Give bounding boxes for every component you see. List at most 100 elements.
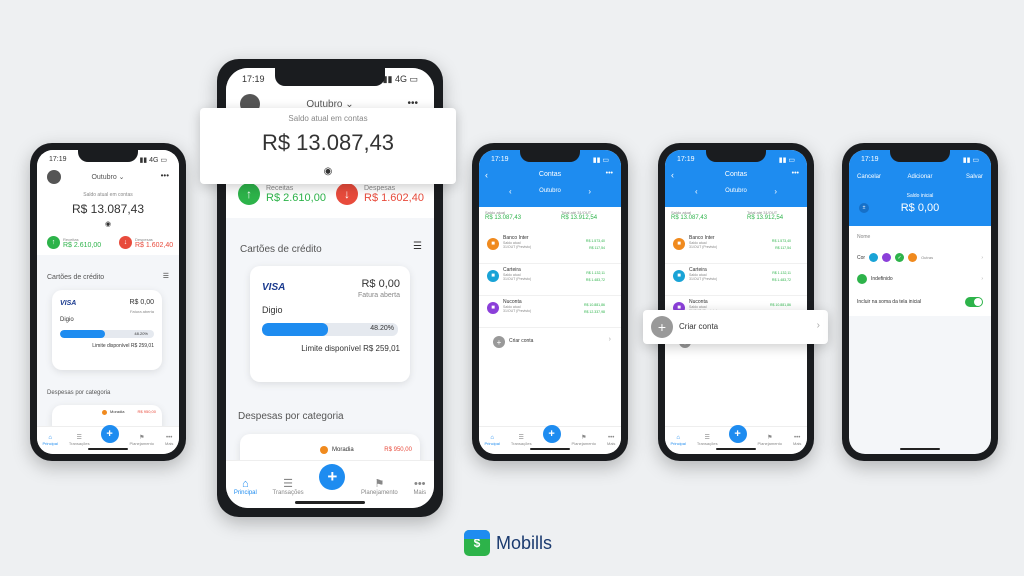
card-limit: Limite disponível R$ 259,01 — [301, 344, 400, 353]
category-name: Moradia — [332, 447, 354, 453]
chevron-right-icon: › — [816, 320, 820, 331]
card-name: Digio — [60, 317, 74, 323]
month-label: Outubro — [539, 188, 561, 194]
card-amount: R$ 0,00 — [361, 278, 400, 290]
color-swatch[interactable] — [882, 253, 892, 262]
saldo-block: Saldo atual R$ 13.087,43 — [485, 210, 521, 221]
type-label: Indefinido — [871, 276, 893, 282]
init-balance-value[interactable]: R$ 0,00 — [849, 202, 991, 214]
tab-planejamento[interactable]: ⚑ Planejamento — [361, 477, 398, 496]
eye-icon[interactable]: ◉ — [200, 166, 456, 177]
flag-icon: ⚑ — [139, 435, 145, 441]
tab-principal[interactable]: ⌂ Principal — [484, 435, 499, 446]
type-row[interactable]: Indefinido › — [857, 274, 983, 284]
tab-planejamento[interactable]: ⚑ Planejamento — [758, 434, 782, 446]
month-label: Outubro — [725, 188, 747, 194]
saldo-block: Saldo atual R$ 13.087,43 — [671, 210, 707, 221]
category-name: Moradia — [110, 409, 125, 414]
signal-icon: ▮▮ ▭ — [962, 157, 979, 164]
calculator-icon[interactable]: ± — [859, 203, 869, 213]
list-icon: ☰ — [518, 435, 524, 441]
chevron-right-icon: › — [981, 276, 983, 282]
add-button[interactable]: + — [100, 425, 119, 443]
balance-label: Saldo atual em contas — [83, 192, 133, 198]
tab-transacoes[interactable]: ☰ Transações — [69, 434, 90, 446]
create-account-row[interactable]: + Criar conta › — [479, 328, 621, 356]
init-balance-label: Saldo inicial — [906, 193, 934, 199]
more-icon: ••• — [413, 478, 426, 490]
tab-label: Transações — [272, 490, 304, 496]
tab-principal[interactable]: ⌂ Principal — [670, 435, 685, 446]
include-toggle[interactable] — [965, 297, 983, 307]
list-icon: ☰ — [704, 435, 710, 441]
phone-accounts: 17:19 ▮▮ ▭ ‹ Contas ••• ‹ Outubro › Saldo… — [472, 143, 628, 461]
list-icon: ☰ — [76, 435, 82, 441]
color-row[interactable]: Cor ✓ Outras › — [857, 253, 983, 262]
page-title: Contas — [538, 171, 562, 178]
next-month-icon[interactable]: › — [774, 187, 777, 196]
tab-mais[interactable]: ••• Mais — [793, 435, 801, 446]
credit-card[interactable]: VISA R$ 0,00 Fatura aberta Digio 48.20% … — [52, 290, 162, 370]
income-label: Receitas — [266, 184, 294, 192]
tab-label: Planejamento — [129, 441, 154, 446]
card-name: Digio — [262, 305, 283, 315]
account-label: 31/OUT (Previsto) — [503, 277, 532, 281]
cards-title: Cartões de crédito — [47, 274, 105, 281]
more-colors[interactable]: Outras — [921, 255, 933, 260]
tab-planejamento[interactable]: ⚑ Planejamento — [572, 434, 596, 446]
more-icon[interactable]: ••• — [792, 170, 799, 177]
account-value: R$ 10.881,86 — [769, 303, 791, 307]
cards-view-icon[interactable]: ☰ — [413, 241, 422, 252]
status-time: 17:19 — [242, 74, 265, 84]
tab-label: Planejamento — [757, 441, 782, 446]
tab-transacoes[interactable]: ☰ Transações — [511, 434, 532, 446]
expense-arrow-icon: ↓ — [336, 183, 358, 205]
balance-value: R$ 13.087,43 — [71, 202, 145, 216]
plus-icon: + — [493, 336, 505, 348]
signal-icon: ▮▮ ▭ — [592, 157, 609, 164]
color-swatch[interactable] — [908, 253, 918, 262]
color-swatch-selected[interactable]: ✓ — [895, 253, 905, 262]
eye-icon[interactable]: ◉ — [37, 220, 179, 228]
account-row[interactable]: ■ Carteira Saldo atual 31/OUT (Previsto)… — [665, 264, 807, 296]
account-value: R$ 1.132,11 — [772, 271, 791, 275]
add-button[interactable]: + — [728, 425, 747, 443]
account-value: R$ 1.573,40 — [585, 239, 605, 243]
account-value: R$ 117,54 — [775, 246, 791, 250]
tab-label: Mais — [413, 490, 427, 496]
color-swatch[interactable] — [869, 253, 879, 262]
more-icon[interactable]: ••• — [161, 171, 169, 180]
status-time: 17:19 — [491, 156, 509, 163]
save-button[interactable]: Salvar — [966, 174, 983, 180]
credit-card[interactable]: VISA R$ 0,00 Fatura aberta Digio 48.20% … — [250, 266, 410, 382]
total-block: Total até 31/OUT R$ 13.912,54 — [561, 210, 597, 221]
account-row[interactable]: ■ Nuconta Saldo atual 31/OUT (Previsto) … — [479, 296, 621, 328]
brand-logo: $ Mobills — [464, 530, 552, 556]
add-button[interactable]: + — [319, 464, 346, 490]
tab-mais[interactable]: ••• Mais — [607, 435, 615, 446]
tab-mais[interactable]: ••• Mais — [165, 435, 173, 446]
account-row[interactable]: ■ Banco Inter Saldo atual 31/OUT (Previs… — [665, 232, 807, 264]
month-label: Outubro — [91, 174, 117, 181]
name-field[interactable]: Nome — [857, 234, 870, 240]
month-selector[interactable]: Outubro ⌄ — [37, 173, 179, 181]
tab-mais[interactable]: ••• Mais — [413, 478, 426, 496]
tab-principal[interactable]: ⌂ Principal — [234, 478, 257, 496]
tab-transacoes[interactable]: ☰ Transações — [697, 434, 718, 446]
account-row[interactable]: ■ Carteira Saldo atual 31/OUT (Previsto)… — [479, 264, 621, 296]
status-time: 17:19 — [861, 156, 879, 163]
total-value: R$ 13.912,54 — [747, 215, 784, 221]
add-button[interactable]: + — [542, 425, 561, 443]
tab-planejamento[interactable]: ⚑ Planejamento — [130, 434, 154, 446]
tab-transacoes[interactable]: ☰ Transações — [273, 477, 304, 496]
account-row[interactable]: ■ Banco Inter Saldo atual 31/OUT (Previs… — [479, 232, 621, 264]
tab-principal[interactable]: ⌂ Principal — [42, 435, 57, 446]
total-block: Total até 31/OUT R$ 13.912,54 — [747, 210, 783, 221]
account-icon: ■ — [673, 270, 685, 282]
create-account-popout[interactable]: + Criar conta › — [643, 310, 828, 344]
cards-view-icon[interactable]: ☰ — [163, 272, 169, 280]
category-value: R$ 950,00 — [137, 409, 156, 414]
next-month-icon[interactable]: › — [588, 187, 591, 196]
category-dot — [102, 410, 107, 415]
more-icon[interactable]: ••• — [606, 170, 613, 177]
